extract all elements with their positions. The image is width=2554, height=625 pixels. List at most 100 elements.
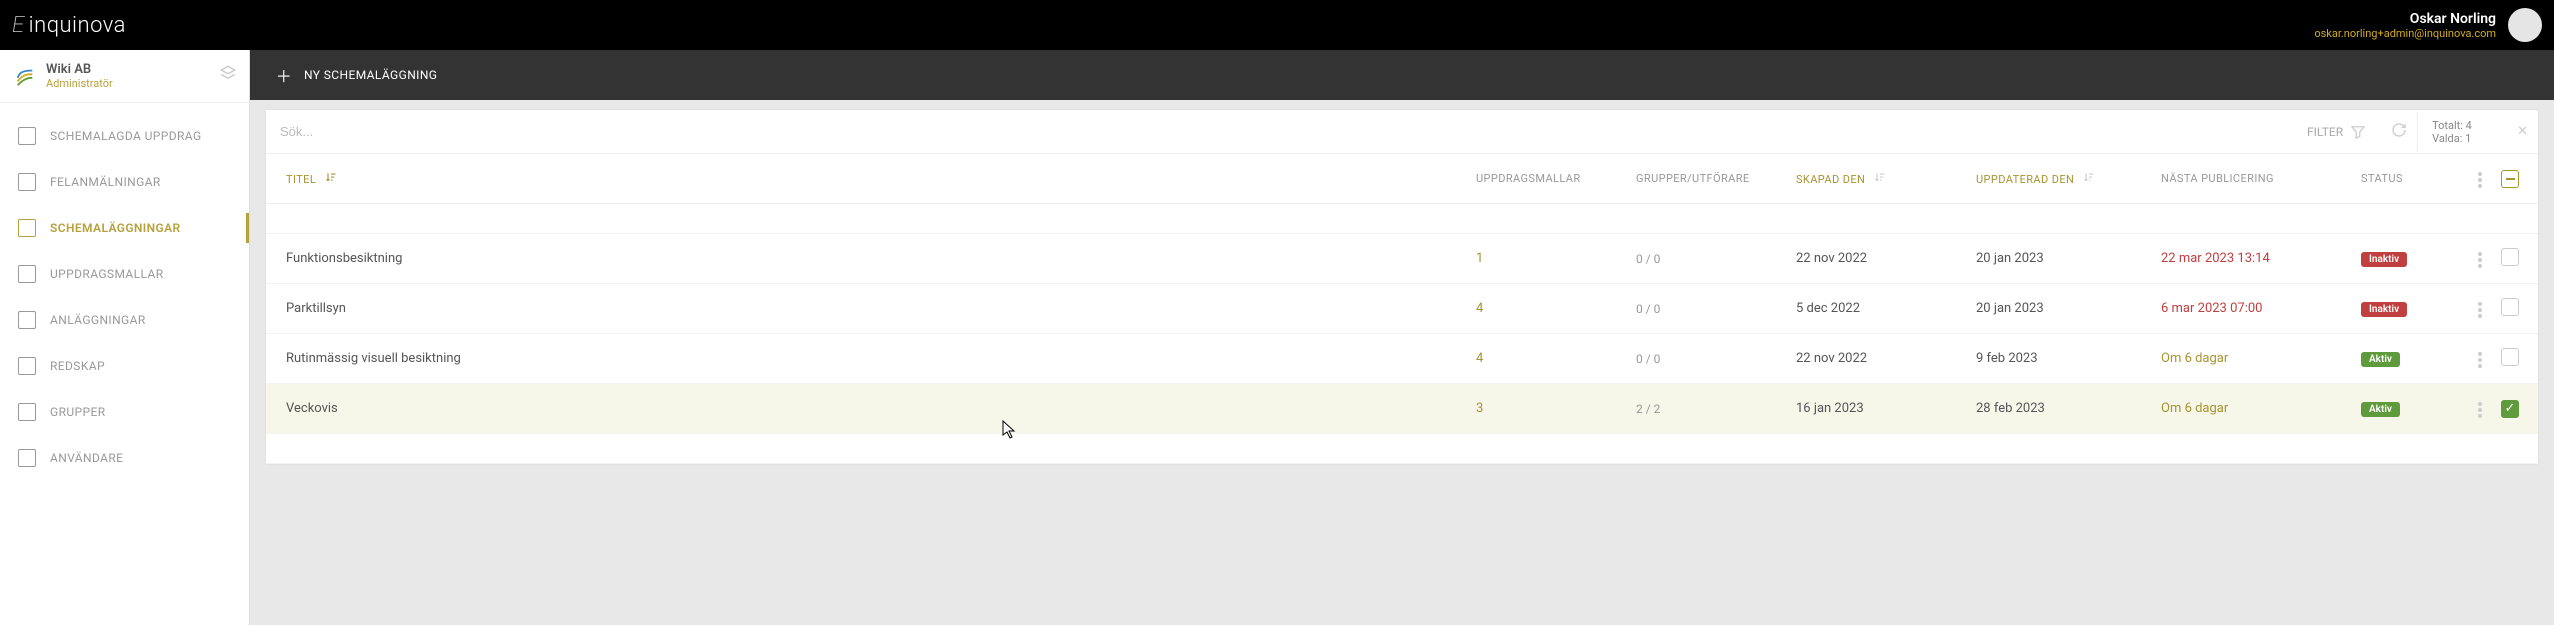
cell: Om 6 dagar (2155, 401, 2355, 416)
org-name: Wiki AB (46, 62, 113, 77)
row-check[interactable]: ✓ (2495, 400, 2525, 418)
table-row[interactable]: Funktionsbesiktning10 / 022 nov 202220 j… (266, 234, 2538, 284)
col-next[interactable]: NÄSTA PUBLICERING (2155, 172, 2355, 185)
close-icon[interactable]: ✕ (2507, 124, 2538, 139)
cell: 22 nov 2022 (1790, 251, 1970, 266)
panel: FILTER Totalt: 4 Valda: 1 ✕ TITEL (266, 110, 2538, 464)
nav-icon (18, 265, 36, 283)
org-role: Administratör (46, 77, 113, 90)
search-input[interactable] (266, 110, 2291, 153)
col-check-all[interactable] (2495, 170, 2525, 188)
kebab-icon (2478, 258, 2482, 262)
col-created[interactable]: SKAPAD DEN (1790, 171, 1970, 186)
brand-logo[interactable]: Einquinova (12, 13, 126, 38)
avatar-icon[interactable] (2508, 8, 2542, 42)
status-badge: Aktiv (2361, 352, 2400, 367)
refresh-icon[interactable] (2381, 122, 2417, 142)
filter-button[interactable]: FILTER (2291, 125, 2381, 139)
sidebar-item[interactable]: ANVÄNDARE (0, 435, 249, 481)
total-label: Totalt: (2432, 119, 2463, 132)
brand-prefix: E (12, 13, 25, 38)
topbar: Einquinova Oskar Norling oskar.norling+a… (0, 0, 2554, 50)
spacer (266, 434, 2538, 464)
nav-icon (18, 311, 36, 329)
nav-icon (18, 127, 36, 145)
nav-icon (18, 219, 36, 237)
kebab-icon (2478, 358, 2482, 362)
sidebar: Wiki AB Administratör SCHEMALAGDA UPPDRA… (0, 50, 250, 625)
sidebar-item-label: SCHEMALAGDA UPPDRAG (50, 129, 202, 143)
sidebar-item[interactable]: SCHEMALÄGGNINGAR (0, 205, 249, 251)
sidebar-item-label: FELANMÄLNINGAR (50, 175, 161, 189)
cell: Om 6 dagar (2155, 351, 2355, 366)
filter-label: FILTER (2307, 125, 2343, 139)
stack-icon[interactable] (219, 64, 237, 86)
cell: 5 dec 2022 (1790, 301, 1970, 316)
sidebar-item-label: UPPDRAGSMALLAR (50, 267, 164, 281)
table-header: TITEL UPPDRAGSMALLAR GRUPPER/UTFÖRARE SK… (266, 154, 2538, 204)
spacer (266, 204, 2538, 234)
sort-icon (1874, 171, 1886, 183)
cell: Veckovis (280, 401, 1470, 416)
user-name: Oskar Norling (2314, 11, 2496, 27)
cell: 20 jan 2023 (1970, 251, 2155, 266)
table-row[interactable]: Veckovis32 / 216 jan 202328 feb 2023Om 6… (266, 384, 2538, 434)
kebab-icon (2478, 178, 2482, 182)
table-row[interactable]: Rutinmässig visuell besiktning40 / 022 n… (266, 334, 2538, 384)
sidebar-item[interactable]: SCHEMALAGDA UPPDRAG (0, 113, 249, 159)
col-updated[interactable]: UPPDATERAD DEN (1970, 171, 2155, 186)
sidebar-item-label: REDSKAP (50, 359, 105, 373)
brand-name: inquinova (29, 13, 126, 38)
new-schedule-button[interactable]: ＋ NY SCHEMALÄGGNING (276, 67, 437, 83)
sidebar-item-label: SCHEMALÄGGNINGAR (50, 221, 181, 235)
checkbox-icon[interactable] (2501, 298, 2519, 316)
checkbox-icon[interactable] (2501, 248, 2519, 266)
cell: 0 / 0 (1630, 302, 1790, 316)
sidebar-item[interactable]: GRUPPER (0, 389, 249, 435)
col-templates[interactable]: UPPDRAGSMALLAR (1470, 172, 1630, 185)
sidebar-item[interactable]: REDSKAP (0, 343, 249, 389)
total-value: 4 (2466, 119, 2472, 132)
checkbox-indeterminate-icon[interactable] (2501, 170, 2519, 188)
row-check[interactable] (2495, 298, 2525, 320)
row-menu[interactable] (2465, 301, 2495, 316)
col-status[interactable]: STATUS (2355, 172, 2465, 185)
actionbar: ＋ NY SCHEMALÄGGNING (250, 50, 2554, 100)
status-badge: Aktiv (2361, 402, 2400, 417)
cell: 3 (1470, 401, 1630, 416)
cell: 20 jan 2023 (1970, 301, 2155, 316)
table-body: Funktionsbesiktning10 / 022 nov 202220 j… (266, 234, 2538, 434)
row-check[interactable] (2495, 348, 2525, 370)
col-menu[interactable] (2465, 172, 2495, 185)
cell: 0 / 0 (1630, 352, 1790, 366)
cell: 28 feb 2023 (1970, 401, 2155, 416)
row-menu[interactable] (2465, 401, 2495, 416)
table-row[interactable]: Parktillsyn40 / 05 dec 202220 jan 20236 … (266, 284, 2538, 334)
cell: 16 jan 2023 (1790, 401, 1970, 416)
col-groups[interactable]: GRUPPER/UTFÖRARE (1630, 172, 1790, 185)
row-menu[interactable] (2465, 351, 2495, 366)
cell: 4 (1470, 351, 1630, 366)
status-badge: Inaktiv (2361, 302, 2407, 317)
cell-status: Inaktiv (2355, 301, 2465, 317)
cell: Parktillsyn (280, 301, 1470, 316)
sidebar-item-label: ANVÄNDARE (50, 451, 123, 465)
org-block[interactable]: Wiki AB Administratör (0, 50, 249, 103)
checkbox-icon[interactable]: ✓ (2501, 400, 2519, 418)
sidebar-item[interactable]: FELANMÄLNINGAR (0, 159, 249, 205)
row-check[interactable] (2495, 248, 2525, 270)
plus-icon: ＋ (276, 67, 292, 83)
sidebar-item[interactable]: UPPDRAGSMALLAR (0, 251, 249, 297)
cell: 4 (1470, 301, 1630, 316)
new-schedule-label: NY SCHEMALÄGGNING (304, 68, 437, 82)
cell-status: Aktiv (2355, 401, 2465, 417)
user-block[interactable]: Oskar Norling oskar.norling+admin@inquin… (2314, 8, 2542, 42)
col-title[interactable]: TITEL (280, 171, 1470, 186)
checkbox-icon[interactable] (2501, 348, 2519, 366)
nav-icon (18, 357, 36, 375)
kebab-icon (2478, 308, 2482, 312)
row-menu[interactable] (2465, 251, 2495, 266)
sidebar-item[interactable]: ANLÄGGNINGAR (0, 297, 249, 343)
nav-icon (18, 403, 36, 421)
cell: 2 / 2 (1630, 402, 1790, 416)
